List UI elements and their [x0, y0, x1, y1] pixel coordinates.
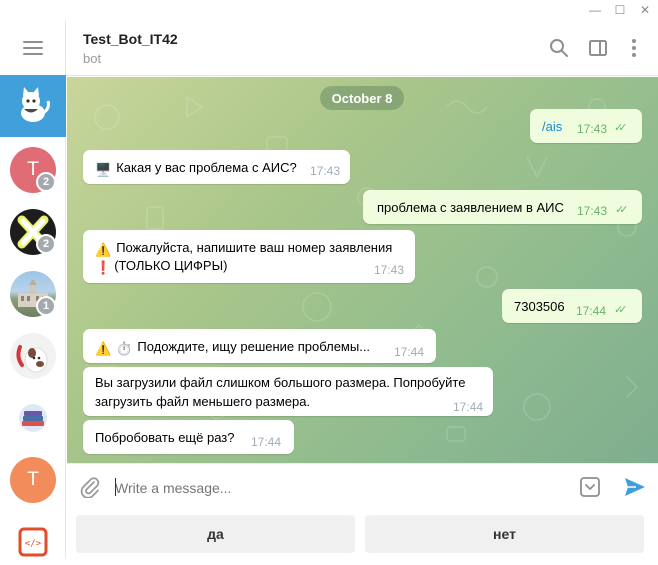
send-icon[interactable] — [623, 476, 647, 498]
message-text-line-2: загрузить файл меньшего размера. — [95, 394, 311, 409]
message-input[interactable] — [115, 478, 575, 498]
message-composer — [67, 463, 658, 509]
read-check-icon: ✓✓ — [614, 122, 628, 134]
chat-status: bot — [83, 51, 102, 66]
chat-avatar-t-orange[interactable]: T — [10, 457, 56, 503]
read-check-icon: ✓✓ — [615, 204, 629, 216]
more-menu-icon[interactable] — [623, 37, 645, 59]
cat-icon — [21, 87, 50, 122]
message-time: 17:43 — [374, 263, 405, 277]
sidebar-toggle-icon[interactable] — [587, 37, 609, 59]
message-text-line: ⚠️ ⏱️ Подождите, ищу решение проблемы... — [95, 339, 371, 356]
message-bubble-incoming[interactable]: Вы загрузили файл слишком большого разме… — [83, 367, 493, 416]
warning-emoji-icon: ⚠️ — [95, 341, 112, 356]
message-time: 17:44 — [576, 304, 607, 318]
read-check-icon: ✓✓ — [614, 304, 628, 316]
text-cursor — [115, 478, 116, 496]
message-bubble-incoming[interactable]: 🖥️ Какая у вас проблема с АИС? 17:43 — [83, 150, 350, 184]
message-text: Побробовать ещё раз? — [95, 430, 235, 445]
close-button[interactable]: ✕ — [634, 0, 656, 20]
message-time: 17:44 — [251, 435, 282, 449]
maximize-button[interactable]: ☐ — [609, 0, 631, 20]
message-bubble-outgoing[interactable]: 7303506 17:44 ✓✓ — [502, 289, 642, 323]
message-text-line-2: ❗ (ТОЛЬКО ЦИФРЫ) — [95, 258, 228, 275]
avatar-initial: T — [27, 469, 39, 490]
message-time: 17:43 — [577, 204, 608, 218]
message-time: 17:43 — [577, 122, 608, 136]
unread-badge: 2 — [36, 172, 56, 192]
books-icon — [19, 404, 47, 432]
minimize-button[interactable]: — — [584, 0, 606, 20]
message-time: 17:43 — [310, 164, 341, 178]
message-bubble-outgoing[interactable]: проблема с заявлением в АИС 17:43 ✓✓ — [363, 190, 642, 224]
chat-title[interactable]: Test_Bot_IT42 — [83, 31, 178, 47]
cow-icon — [16, 345, 48, 373]
chat-avatar-code[interactable]: </> — [10, 519, 56, 565]
message-text: проблема с заявлением в АИС — [377, 200, 564, 215]
chat-avatar-books[interactable] — [10, 395, 56, 441]
message-bubble-incoming[interactable]: ⚠️ Пожалуйста, напишите ваш номер заявлен… — [83, 230, 415, 283]
message-bubble-incoming[interactable]: Побробовать ещё раз? 17:44 — [83, 420, 294, 454]
unread-badge: 1 — [36, 296, 56, 316]
search-icon[interactable] — [548, 37, 570, 59]
reply-yes-button[interactable]: да — [76, 515, 355, 553]
chat-header: Test_Bot_IT42 bot — [67, 20, 658, 76]
chat-avatar-test-bot[interactable] — [10, 83, 56, 129]
message-text[interactable]: /ais — [542, 117, 562, 136]
message-text-line: 🖥️ Какая у вас проблема с АИС? — [95, 160, 297, 177]
bot-keyboard-icon[interactable] — [579, 476, 601, 498]
svg-text:</>: </> — [25, 539, 42, 549]
message-text: 7303506 — [514, 299, 565, 314]
message-bubble-incoming[interactable]: ⚠️ ⏱️ Подождите, ищу решение проблемы... 1… — [83, 329, 436, 363]
message-time: 17:44 — [453, 400, 484, 414]
reply-no-button[interactable]: нет — [365, 515, 644, 553]
chat-avatar-cow[interactable] — [10, 333, 56, 379]
message-text-line-1: Вы загрузили файл слишком большого разме… — [95, 375, 466, 390]
window-title-bar: — ☐ ✕ — [0, 0, 658, 20]
unread-badge: 2 — [36, 234, 56, 254]
code-icon: </> — [18, 527, 48, 557]
message-area[interactable]: October 8 /ais 17:43 ✓✓ 🖥️ Какая у вас пр… — [67, 77, 658, 463]
attach-icon[interactable] — [79, 476, 101, 498]
message-bubble-outgoing[interactable]: /ais 17:43 ✓✓ — [530, 109, 642, 143]
computer-emoji-icon: 🖥️ — [95, 162, 112, 177]
message-time: 17:44 — [394, 345, 425, 359]
menu-icon[interactable] — [23, 41, 43, 55]
exclamation-emoji-icon: ❗ — [95, 260, 112, 275]
bot-reply-keyboard: да нет — [67, 509, 658, 559]
chat-list-sidebar: T 2 2 1 T </> — [0, 20, 66, 565]
stopwatch-emoji-icon: ⏱️ — [116, 341, 133, 356]
date-separator: October 8 — [320, 86, 404, 110]
